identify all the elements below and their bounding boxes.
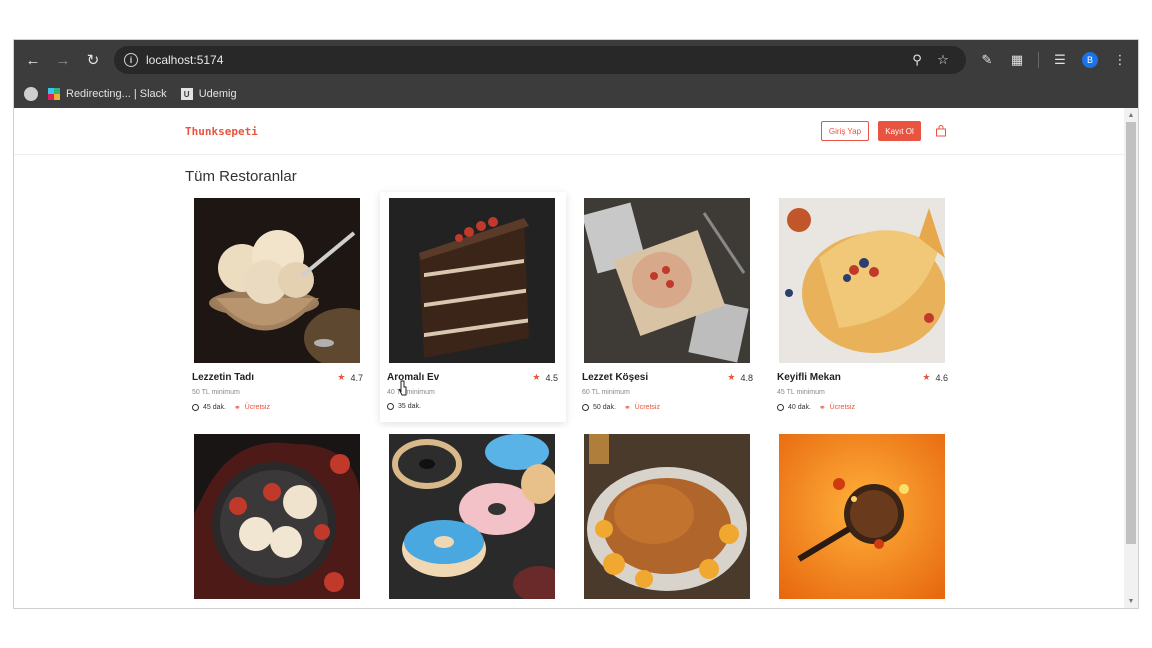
- media-controls-icon[interactable]: ☰: [1045, 52, 1075, 68]
- minimum-order: 45 TL minimum: [777, 389, 825, 396]
- delivery-fee: Ücretsiz: [829, 404, 855, 411]
- restaurant-image-strawberry-ice-cream: [194, 434, 360, 599]
- url-text: localhost:5174: [146, 53, 224, 67]
- address-bar[interactable]: i localhost:5174 ⚲ ☆: [114, 46, 966, 74]
- slack-icon: [48, 88, 60, 100]
- rating-value: 4.6: [935, 372, 948, 383]
- restaurant-card[interactable]: Lezzetin Tadı ★ 4.7 50 TL minimum 45 dak…: [185, 192, 371, 422]
- rating-value: 4.8: [740, 372, 753, 383]
- restaurant-name: Aromalı Ev: [387, 372, 440, 383]
- restaurant-image-crepe: [779, 198, 945, 363]
- delivery-info: 35 dak.: [387, 403, 421, 410]
- bookmarks-bar: Redirecting... | Slack U Udemig: [14, 80, 1138, 108]
- delivery-info: 40 dak. ⚭ Ücretsiz: [777, 403, 855, 412]
- restaurant-card[interactable]: Lezzet Köşesi ★ 4.8 60 TL minimum 50 dak…: [575, 192, 761, 422]
- restaurant-name: Lezzet Köşesi: [582, 372, 649, 383]
- minimum-order: 40 TL minimum: [387, 389, 435, 396]
- bookmark-star-icon[interactable]: ☆: [930, 52, 956, 68]
- restaurant-image-pastry: [584, 198, 750, 363]
- register-button[interactable]: Kayıt Ol: [878, 121, 921, 141]
- page-scrollbar[interactable]: ▲ ▼: [1124, 108, 1138, 608]
- restaurant-card[interactable]: [185, 428, 371, 608]
- free-delivery: ⚭ Ücretsiz: [819, 403, 855, 412]
- toolbar-divider: [1038, 52, 1039, 68]
- restaurant-name: Lezzetin Tadı: [192, 372, 255, 383]
- star-icon: ★: [922, 372, 931, 382]
- restaurant-name: Keyifli Mekan: [777, 372, 841, 383]
- clock-icon: [192, 404, 199, 411]
- restaurant-card[interactable]: [380, 428, 566, 608]
- restaurant-card[interactable]: Keyifli Mekan ★ 4.6 45 TL minimum 40 dak…: [770, 192, 956, 422]
- rating-value: 4.7: [350, 372, 363, 383]
- restaurant-image-ice-cream: [194, 198, 360, 363]
- browser-toolbar: ← → ↻ i localhost:5174 ⚲ ☆ ✎ ▦ ☰ B ⋮: [14, 40, 1138, 80]
- udemig-icon: U: [180, 88, 193, 100]
- delivery-fee: Ücretsiz: [634, 404, 660, 411]
- clock-icon: [582, 404, 589, 411]
- globe-icon[interactable]: [24, 87, 38, 101]
- basket-icon[interactable]: [935, 125, 947, 137]
- scroll-down-icon[interactable]: ▼: [1124, 594, 1138, 608]
- delivery-fee: Ücretsiz: [244, 404, 270, 411]
- restaurant-card[interactable]: [770, 428, 956, 608]
- motorbike-icon: ⚭: [233, 403, 241, 412]
- site-info-icon[interactable]: i: [124, 53, 138, 67]
- profile-avatar[interactable]: B: [1082, 52, 1098, 68]
- bookmark-label: Redirecting... | Slack: [66, 88, 167, 100]
- restaurant-image-chocolate-cake: [389, 198, 555, 363]
- browser-window: ← → ↻ i localhost:5174 ⚲ ☆ ✎ ▦ ☰ B ⋮ Red…: [14, 40, 1138, 608]
- delivery-info: 45 dak. ⚭ Ücretsiz: [192, 403, 270, 412]
- restaurant-rating: ★ 4.6: [922, 372, 948, 383]
- restaurant-image-donuts: [389, 434, 555, 599]
- back-button[interactable]: ←: [18, 45, 48, 75]
- free-delivery: ⚭ Ücretsiz: [624, 403, 660, 412]
- page-title: Tüm Restoranlar: [185, 168, 297, 185]
- menu-icon[interactable]: ⋮: [1105, 52, 1135, 68]
- delivery-time: 35 dak.: [398, 403, 421, 410]
- minimum-order: 60 TL minimum: [582, 389, 630, 396]
- delivery-time: 45 dak.: [203, 404, 226, 411]
- eyedropper-icon[interactable]: ✎: [972, 52, 1002, 68]
- site-logo[interactable]: Thunksepeti: [185, 125, 258, 138]
- restaurant-rating: ★ 4.7: [337, 372, 363, 383]
- delivery-time: 50 dak.: [593, 404, 616, 411]
- bookmark-slack[interactable]: Redirecting... | Slack: [48, 88, 167, 100]
- restaurant-image-roast-chicken: [584, 434, 750, 599]
- page-content: Thunksepeti Giriş Yap Kayıt Ol Tüm Resto…: [14, 108, 1124, 608]
- login-button[interactable]: Giriş Yap: [821, 121, 869, 141]
- restaurant-card[interactable]: [575, 428, 761, 608]
- motorbike-icon: ⚭: [818, 403, 826, 412]
- delivery-info: 50 dak. ⚭ Ücretsiz: [582, 403, 660, 412]
- star-icon: ★: [532, 372, 541, 382]
- star-icon: ★: [727, 372, 736, 382]
- bookmark-label: Udemig: [198, 88, 237, 100]
- scroll-up-icon[interactable]: ▲: [1124, 108, 1138, 122]
- restaurant-rating: ★ 4.5: [532, 372, 558, 383]
- rating-value: 4.5: [545, 372, 558, 383]
- delivery-time: 40 dak.: [788, 404, 811, 411]
- clock-icon: [777, 404, 784, 411]
- restaurant-image-splash-pan: [779, 434, 945, 599]
- restaurant-rating: ★ 4.8: [727, 372, 753, 383]
- extensions-icon[interactable]: ▦: [1002, 52, 1032, 68]
- motorbike-icon: ⚭: [623, 403, 631, 412]
- site-header: Thunksepeti Giriş Yap Kayıt Ol: [14, 108, 1124, 155]
- forward-button[interactable]: →: [48, 45, 78, 75]
- clock-icon: [387, 403, 394, 410]
- bookmark-udemig[interactable]: U Udemig: [180, 88, 237, 100]
- minimum-order: 50 TL minimum: [192, 389, 240, 396]
- mouse-cursor-icon: [398, 380, 407, 396]
- star-icon: ★: [337, 372, 346, 382]
- free-delivery: ⚭ Ücretsiz: [234, 403, 270, 412]
- zoom-icon[interactable]: ⚲: [904, 52, 930, 68]
- reload-button[interactable]: ↻: [78, 45, 108, 75]
- scroll-thumb[interactable]: [1126, 122, 1136, 544]
